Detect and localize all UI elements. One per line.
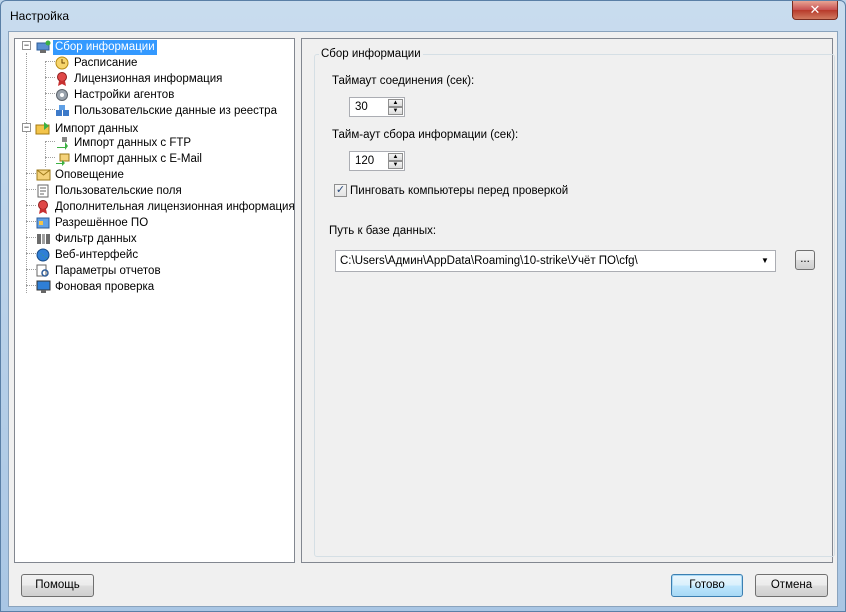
tree-item-label: Импорт данных с E-Mail: [74, 152, 202, 165]
connection-timeout-value[interactable]: 30: [355, 101, 368, 113]
close-button[interactable]: ✕: [792, 1, 838, 20]
tree-item-label: Расписание: [74, 56, 138, 69]
gear-icon: [54, 88, 70, 103]
dialog-client-area: − − Сбор информации Расписание Лицензион…: [8, 31, 838, 607]
collect-timeout-spinner[interactable]: 120 ▲ ▼: [349, 151, 405, 171]
clock-icon: [54, 56, 70, 71]
tree-item-custom-fields[interactable]: Пользовательские поля: [35, 183, 184, 199]
tree-item-schedule[interactable]: Расписание: [54, 55, 139, 71]
email-arrow-icon: [54, 152, 70, 167]
tree-item-notify[interactable]: Оповещение: [35, 167, 126, 183]
db-path-label: Путь к базе данных:: [329, 225, 437, 237]
network-computer-icon: [35, 40, 51, 55]
window-title: Настройка: [10, 9, 70, 23]
tree-item-label: Разрешённое ПО: [55, 216, 149, 229]
tree-item-label: Веб-интерфейс: [55, 248, 139, 261]
report-magnifier-icon: [35, 264, 51, 279]
tree-item-extra-license[interactable]: Дополнительная лицензионная информация: [35, 199, 297, 215]
browse-button[interactable]: ...: [795, 250, 815, 270]
cancel-button[interactable]: Отмена: [755, 574, 828, 597]
document-icon: [35, 184, 51, 199]
collapse-collect-icon[interactable]: −: [22, 41, 31, 50]
filter-icon: [35, 232, 51, 247]
tree-item-label: Дополнительная лицензионная информация: [55, 200, 295, 213]
ping-checkbox[interactable]: ✓: [334, 184, 347, 197]
allowed-software-icon: [35, 216, 51, 231]
ping-checkbox-row[interactable]: ✓ Пинговать компьютеры перед проверкой: [334, 184, 568, 197]
ftp-arrow-icon: [54, 136, 70, 151]
tree-item-allowed[interactable]: Разрешённое ПО: [35, 215, 150, 231]
tree-item-label: Оповещение: [55, 168, 124, 181]
tree-item-label: Фильтр данных: [55, 232, 137, 245]
title-bar[interactable]: Настройка ✕: [1, 1, 845, 31]
tree-item-label: Пользовательские данные из реестра: [74, 104, 277, 117]
license-ribbon-icon: [35, 199, 51, 215]
license-ribbon-icon: [54, 71, 70, 87]
import-folder-icon: [35, 122, 51, 137]
spin-down-button[interactable]: ▼: [388, 107, 403, 115]
groupbox-title: Сбор информации: [319, 48, 423, 60]
settings-window: Настройка ✕ − − Сбор информации Расписан…: [0, 0, 846, 612]
tree-item-filter[interactable]: Фильтр данных: [35, 231, 139, 247]
db-path-value[interactable]: C:\Users\Админ\AppData\Roaming\10-strike…: [340, 255, 638, 267]
tree-item-collect[interactable]: Сбор информации: [35, 39, 157, 55]
settings-panel: Сбор информации Таймаут соединения (сек)…: [301, 38, 835, 563]
settings-tree[interactable]: − − Сбор информации Расписание Лицензион…: [14, 38, 295, 563]
tree-item-agents[interactable]: Настройки агентов: [54, 87, 176, 103]
tree-item-web[interactable]: Веб-интерфейс: [35, 247, 140, 263]
collect-timeout-value[interactable]: 120: [355, 155, 374, 167]
spin-down-button[interactable]: ▼: [388, 161, 403, 169]
tree-item-label: Пользовательские поля: [55, 184, 182, 197]
tree-item-email[interactable]: Импорт данных с E-Mail: [54, 151, 204, 167]
tree-item-label: Настройки агентов: [74, 88, 175, 101]
globe-icon: [35, 248, 51, 263]
tree-item-label: Сбор информации: [53, 39, 157, 55]
tree-item-label: Фоновая проверка: [55, 280, 155, 293]
tree-item-background[interactable]: Фоновая проверка: [35, 279, 156, 295]
collapse-import-icon[interactable]: −: [22, 123, 31, 132]
panel-splitter[interactable]: [298, 38, 300, 563]
collect-timeout-label: Тайм-аут сбора информации (сек):: [332, 129, 519, 141]
registry-icon: [54, 104, 70, 119]
monitor-icon: [35, 280, 51, 295]
spin-up-button[interactable]: ▲: [388, 99, 403, 107]
tree-item-license[interactable]: Лицензионная информация: [54, 71, 224, 87]
connection-timeout-label: Таймаут соединения (сек):: [332, 75, 475, 87]
ping-checkbox-label[interactable]: Пинговать компьютеры перед проверкой: [350, 185, 568, 197]
help-button[interactable]: Помощь: [21, 574, 94, 597]
db-path-combobox[interactable]: C:\Users\Админ\AppData\Roaming\10-strike…: [335, 250, 776, 272]
spin-up-button[interactable]: ▲: [388, 153, 403, 161]
tree-item-registry[interactable]: Пользовательские данные из реестра: [54, 103, 279, 119]
tree-item-label: Параметры отчетов: [55, 264, 161, 277]
tree-item-label: Лицензионная информация: [74, 72, 223, 85]
tree-item-label: Импорт данных с FTP: [74, 136, 192, 149]
envelope-icon: [35, 168, 51, 183]
ok-button[interactable]: Готово: [671, 574, 743, 597]
tree-item-ftp[interactable]: Импорт данных с FTP: [54, 135, 193, 151]
connection-timeout-spinner[interactable]: 30 ▲ ▼: [349, 97, 405, 117]
chevron-down-icon[interactable]: ▼: [757, 253, 773, 269]
tree-item-reports[interactable]: Параметры отчетов: [35, 263, 163, 279]
